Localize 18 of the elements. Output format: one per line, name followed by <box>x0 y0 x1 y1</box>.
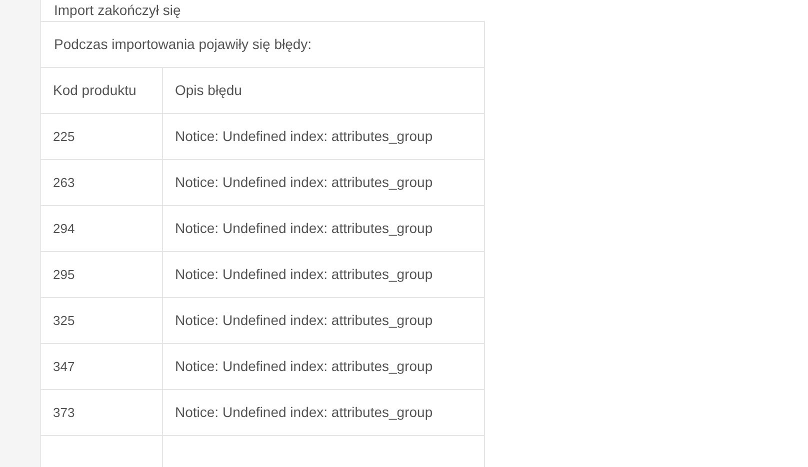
table-cell: 225 <box>41 114 163 159</box>
table-cell-text: Notice: Undefined index: attributes_group <box>174 265 434 284</box>
table-cell-text: Notice: Undefined index: attributes_group <box>174 403 434 422</box>
table-cell-text: Notice: Undefined index: attributes_group <box>174 357 434 376</box>
table-cell: 263 <box>41 160 163 205</box>
table-cell: 294 <box>41 206 163 251</box>
table-cell: 325 <box>41 298 163 343</box>
column-header: Kod produktu <box>41 68 163 113</box>
table-caption: Podczas importowania pojawiły się błędy: <box>54 35 312 54</box>
panel-title: Import zakończył się <box>54 1 181 20</box>
table-cell-text: Notice: Undefined index: attributes_group <box>174 219 434 238</box>
table-cell-text: Notice: Undefined index: attributes_group <box>174 173 434 192</box>
table-cell: 347 <box>41 344 163 389</box>
table-cell-text: Notice: Undefined index: attributes_group <box>174 127 434 146</box>
column-header: Opis błędu <box>174 81 243 100</box>
table-cell: 295 <box>41 252 163 297</box>
table-cell-text: Notice: Undefined index: attributes_group <box>174 311 434 330</box>
table-cell: 373 <box>41 390 163 435</box>
